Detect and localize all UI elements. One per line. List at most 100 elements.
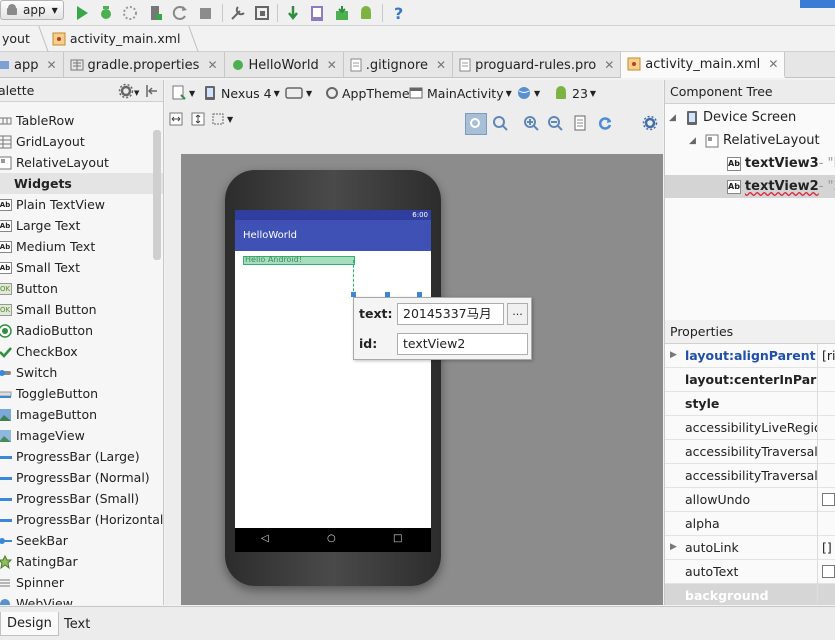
palette-item[interactable]: RatingBar (0, 551, 163, 572)
property-row[interactable]: layout:alignParent ▶ [ri (665, 343, 835, 368)
gear-icon[interactable] (118, 83, 134, 99)
device-select[interactable]: Nexus 4 ▼ (203, 83, 280, 103)
close-icon[interactable]: ✕ (46, 58, 56, 72)
palette-item[interactable]: ProgressBar (Normal) (0, 467, 163, 488)
text-input[interactable]: 20145337马月 (397, 303, 504, 325)
close-icon[interactable]: ✕ (327, 58, 337, 72)
zoom-actual-icon[interactable] (492, 113, 508, 133)
property-value[interactable] (817, 511, 835, 536)
palette-item[interactable]: RadioButton (0, 320, 163, 341)
property-row[interactable]: background (665, 583, 835, 605)
palette-item[interactable]: Ab Medium Text (0, 236, 163, 257)
palette-item[interactable]: CheckBox (0, 341, 163, 362)
tab-app[interactable]: app ✕ (0, 52, 64, 78)
run-configuration-select[interactable]: app ▼ (0, 0, 64, 20)
palette-item[interactable]: ImageButton (0, 404, 163, 425)
android-device-icon[interactable] (332, 3, 352, 23)
property-value[interactable] (817, 487, 835, 512)
palette-group-widgets[interactable]: Widgets (0, 173, 163, 194)
palette-item[interactable]: Switch (0, 362, 163, 383)
palette-item[interactable]: ToggleButton (0, 383, 163, 404)
breadcrumb-item-file[interactable]: activity_main.xml (50, 26, 187, 52)
debug-icon[interactable] (96, 3, 116, 23)
zoom-out-icon[interactable] (547, 113, 563, 133)
tab-proguard-rules[interactable]: proguard-rules.pro ✕ (453, 52, 622, 78)
property-value[interactable]: [ri (817, 343, 835, 368)
expand-icon[interactable]: ◢ (669, 113, 681, 123)
palette-item[interactable]: Ab Large Text (0, 215, 163, 236)
group-collapse-icon[interactable] (0, 177, 10, 191)
hide-panel-icon[interactable] (145, 83, 159, 99)
property-row[interactable]: layout:centerInParent (665, 367, 835, 392)
help-icon[interactable]: ? (389, 3, 409, 23)
palette-item[interactable]: SeekBar (0, 530, 163, 551)
tree-node-relativelayout[interactable]: ◢ RelativeLayout (665, 129, 835, 152)
sdk-manager-icon[interactable] (228, 3, 248, 23)
tab-gradle-properties[interactable]: gradle.properties ✕ (64, 52, 225, 78)
sync-icon[interactable] (283, 3, 303, 23)
palette-item[interactable]: WebView (0, 593, 163, 605)
layout-variants-select[interactable]: ▼ (171, 83, 195, 103)
property-checkbox[interactable] (822, 493, 835, 506)
palette-item[interactable]: ProgressBar (Horizontal) (0, 509, 163, 530)
expand-icon[interactable]: ▶ (670, 350, 677, 360)
tree-node-device-screen[interactable]: ◢ Device Screen (665, 106, 835, 129)
tree-node-textview3[interactable]: Ab textView3 - "H (665, 152, 835, 175)
property-row[interactable]: style (665, 391, 835, 416)
palette-item[interactable]: ProgressBar (Large) (0, 446, 163, 467)
api-level-select[interactable]: 23 ▼ (553, 83, 596, 103)
palette-item[interactable]: TableRow (0, 110, 163, 131)
close-icon[interactable]: ✕ (436, 58, 446, 72)
palette-item[interactable]: RelativeLayout (0, 152, 163, 173)
run-icon[interactable] (72, 3, 92, 23)
palette-item[interactable]: ImageView (0, 425, 163, 446)
tab-text[interactable]: Text (58, 612, 96, 636)
chevron-down-icon[interactable]: ▼ (134, 89, 139, 97)
expand-vertical-icon[interactable] (191, 109, 205, 129)
property-row[interactable]: allowUndo (665, 487, 835, 512)
property-row[interactable]: accessibilityTraversalAft (665, 439, 835, 464)
property-row[interactable]: autoText (665, 559, 835, 584)
locale-select[interactable]: ▼ (516, 83, 540, 103)
activity-select[interactable]: MainActivity ▼ (408, 83, 512, 103)
property-row[interactable]: accessibilityLiveRegion (665, 415, 835, 440)
device-monitor-icon[interactable] (307, 3, 327, 23)
property-row[interactable]: accessibilityTraversalBe (665, 463, 835, 488)
device-screen[interactable]: 6:00 HelloWorld Hello Android! (235, 210, 431, 540)
attach-icon[interactable] (120, 3, 140, 23)
zoom-fit-icon[interactable] (465, 113, 487, 135)
palette-item[interactable]: Spinner (0, 572, 163, 593)
theme-select[interactable]: AppTheme (324, 83, 410, 103)
property-row[interactable]: autoLink ▶ [] (665, 535, 835, 560)
id-input[interactable]: textView2 (397, 333, 528, 355)
palette-scrollbar[interactable] (153, 130, 161, 260)
tab-gitignore[interactable]: .gitignore ✕ (344, 52, 454, 78)
expand-icon[interactable]: ▶ (670, 542, 677, 552)
property-checkbox[interactable] (822, 565, 835, 578)
tab-activity-main-xml[interactable]: activity_main.xml ✕ (621, 52, 786, 78)
palette-item[interactable]: ProgressBar (Small) (0, 488, 163, 509)
palette-item[interactable]: GridLayout (0, 131, 163, 152)
property-value[interactable]: [] (817, 535, 835, 560)
tab-design[interactable]: Design (0, 612, 59, 636)
orientation-select[interactable]: ▼ (284, 83, 312, 103)
margins-select[interactable]: ▼ (211, 109, 233, 129)
property-value[interactable] (817, 439, 835, 464)
palette-item[interactable]: Ab Plain TextView (0, 194, 163, 215)
property-value[interactable] (817, 463, 835, 488)
property-value[interactable] (817, 559, 835, 584)
property-value[interactable] (817, 583, 835, 605)
design-canvas[interactable]: 6:00 HelloWorld Hello Android! ◁ ○ □ (181, 154, 663, 605)
avd-manager-icon[interactable] (252, 3, 272, 23)
breadcrumb-item-layout[interactable]: yout (0, 26, 36, 52)
refresh-icon[interactable] (597, 113, 613, 133)
textview3-preview[interactable]: Hello Android! (243, 255, 355, 265)
browse-button[interactable]: ... (507, 303, 528, 325)
property-row[interactable]: alpha (665, 511, 835, 536)
screenshot-icon[interactable] (573, 113, 587, 133)
expand-horizontal-icon[interactable] (169, 109, 183, 129)
close-icon[interactable]: ✕ (768, 57, 778, 71)
zoom-in-icon[interactable] (523, 113, 539, 133)
palette-item[interactable]: OK Button (0, 278, 163, 299)
property-value[interactable] (817, 415, 835, 440)
